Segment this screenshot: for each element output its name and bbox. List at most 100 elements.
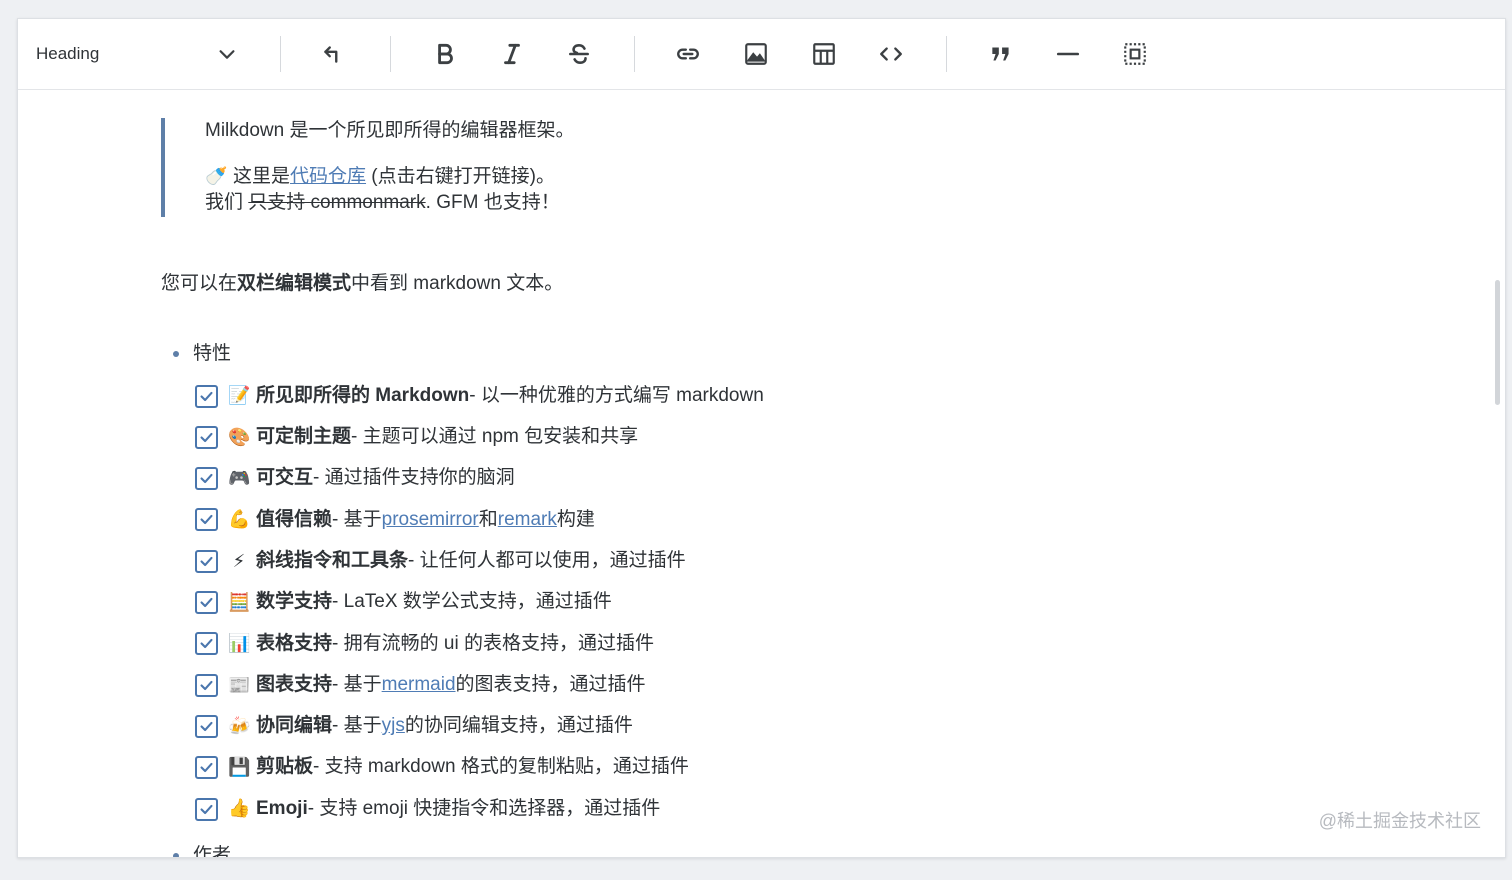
table-button[interactable]	[806, 36, 842, 72]
task-checkbox[interactable]	[195, 756, 218, 780]
task-emoji-icon: ⚡	[232, 550, 246, 572]
link-icon	[677, 48, 699, 60]
task-link[interactable]: remark	[498, 507, 557, 534]
bold-button[interactable]	[427, 36, 463, 72]
task-desc: - 拥有流畅的 ui 的表格支持，通过插件	[332, 632, 654, 654]
blockquote-line-3-prefix: 我们	[205, 192, 249, 214]
task-checkbox[interactable]	[195, 797, 218, 821]
blockquote-line-2-suffix: (点击右键打开链接)。	[366, 165, 555, 187]
toolbar: Heading	[18, 19, 1505, 90]
task-emoji-icon: 💾	[228, 757, 251, 779]
intro-paragraph: 您可以在双栏编辑模式中看到 markdown 文本。	[161, 271, 563, 298]
task-item: 💪 值得信赖 - 基于 prosemirror 和 remark 构建	[195, 505, 595, 535]
code-button[interactable]	[873, 36, 909, 72]
task-desc: - 让任何人都可以使用，通过插件	[408, 549, 686, 571]
task-checkbox[interactable]	[195, 549, 218, 573]
task-item: 📝 所见即所得的 Markdown - 以一种优雅的方式编写 markdown	[195, 381, 764, 411]
code-icon	[880, 47, 902, 61]
task-desc: - 基于	[332, 715, 382, 737]
task-link[interactable]: prosemirror	[382, 507, 479, 534]
toolbar-separator	[946, 36, 947, 72]
task-checkbox[interactable]	[195, 673, 218, 697]
task-title: Emoji	[256, 797, 308, 819]
intro-suffix: 中看到 markdown 文本。	[351, 273, 564, 294]
task-desc: - 以一种优雅的方式编写 markdown	[469, 384, 764, 406]
task-item: 🍻 协同编辑 - 基于 yjs 的协同编辑支持，通过插件	[195, 711, 633, 741]
baby-bottle-icon: 🍼	[205, 165, 228, 187]
checkmark-icon	[200, 391, 213, 401]
task-checkbox[interactable]	[195, 632, 218, 656]
heading-select[interactable]: Heading	[18, 19, 258, 89]
repo-link[interactable]: 代码仓库	[290, 166, 366, 187]
undo-icon	[324, 46, 338, 63]
task-item: 💾 剪贴板 - 支持 markdown 格式的复制粘贴，通过插件	[195, 753, 689, 783]
task-desc: - 主题可以通过 npm 包安装和共享	[351, 426, 639, 447]
task-emoji-icon: 🍻	[228, 715, 251, 737]
italic-button[interactable]	[494, 36, 530, 72]
task-emoji-icon: 📝	[228, 385, 251, 407]
checkmark-icon	[200, 515, 213, 525]
strikethrough-button[interactable]	[561, 36, 597, 72]
task-item: 👍 Emoji - 支持 emoji 快捷指令和选择器，通过插件	[195, 794, 660, 824]
task-checkbox[interactable]	[195, 384, 218, 408]
task-title: 协同编辑	[256, 715, 333, 737]
select-all-icon	[1124, 43, 1146, 65]
editor-content[interactable]: Milkdown 是一个所见即所得的编辑器框架。 🍼 这里是代码仓库 (点击右键打…	[18, 90, 1505, 857]
task-link[interactable]: mermaid	[382, 672, 456, 699]
quote-icon	[992, 47, 1009, 61]
checkmark-icon	[200, 804, 213, 814]
image-button[interactable]	[738, 36, 774, 72]
task-desc: - 支持 emoji 快捷指令和选择器，通过插件	[307, 797, 661, 819]
task-item: 🧮 数学支持 - LaTeX 数学公式支持，通过插件	[195, 588, 612, 618]
task-desc: - LaTeX 数学公式支持，通过插件	[332, 591, 612, 613]
editor-window: Heading Milkdown 是一个所见即所得的编辑器框架。 🍼 这里是代码…	[17, 18, 1506, 858]
task-checkbox[interactable]	[195, 425, 218, 449]
image-icon	[745, 43, 767, 65]
task-desc-cont: 的图表支持，通过插件	[455, 673, 646, 695]
intro-bold: 双栏编辑模式	[237, 273, 352, 294]
checkmark-icon	[200, 432, 213, 442]
checkmark-icon	[200, 639, 213, 649]
task-desc: - 基于	[332, 673, 382, 695]
task-title: 值得信赖	[256, 508, 333, 530]
task-checkbox[interactable]	[195, 508, 218, 532]
bullet-dot-icon	[173, 853, 179, 857]
task-item: 📊 表格支持 - 拥有流畅的 ui 的表格支持，通过插件	[195, 629, 654, 659]
task-emoji-icon: 🧮	[228, 591, 251, 613]
task-desc: - 通过插件支持你的脑洞	[313, 467, 515, 489]
link-button[interactable]	[670, 36, 706, 72]
features-bullet: 特性	[173, 341, 231, 368]
task-title: 剪贴板	[256, 756, 314, 778]
task-desc-cont: 的协同编辑支持，通过插件	[404, 715, 633, 737]
task-checkbox[interactable]	[195, 467, 218, 491]
task-item: 🎨 可定制主题 - 主题可以通过 npm 包安装和共享	[195, 422, 638, 452]
strikethrough-icon	[569, 44, 589, 64]
checkmark-icon	[200, 721, 213, 731]
task-desc-end: 构建	[556, 508, 595, 530]
quote-button[interactable]	[983, 36, 1019, 72]
select-all-button[interactable]	[1117, 36, 1153, 72]
divider-icon	[1056, 52, 1080, 56]
task-emoji-icon: 🎮	[228, 468, 251, 489]
toolbar-separator	[634, 36, 635, 72]
strikethrough-text: 只支持 commonmark	[248, 192, 426, 214]
blockquote-line-3: 我们 只支持 commonmark. GFM 也支持！	[205, 190, 801, 217]
features-title: 特性	[193, 343, 232, 364]
undo-button[interactable]	[315, 36, 351, 72]
bold-icon	[438, 43, 453, 65]
task-link[interactable]: yjs	[382, 713, 405, 740]
italic-icon	[504, 43, 520, 65]
task-emoji-icon: 🎨	[228, 426, 251, 448]
task-checkbox[interactable]	[195, 714, 218, 738]
intro-prefix: 您可以在	[161, 273, 238, 294]
task-title: 图表支持	[256, 673, 333, 695]
divider-button[interactable]	[1050, 36, 1086, 72]
scrollbar-thumb[interactable]	[1495, 280, 1500, 405]
task-desc: - 基于	[332, 508, 382, 530]
blockquote-line-1: Milkdown 是一个所见即所得的编辑器框架。	[205, 120, 575, 141]
checkmark-icon	[200, 473, 213, 484]
task-title: 可定制主题	[256, 426, 352, 447]
blockquote-line-2-prefix: 这里是	[233, 165, 291, 187]
task-checkbox[interactable]	[195, 591, 218, 614]
authors-title: 作者	[193, 845, 232, 858]
